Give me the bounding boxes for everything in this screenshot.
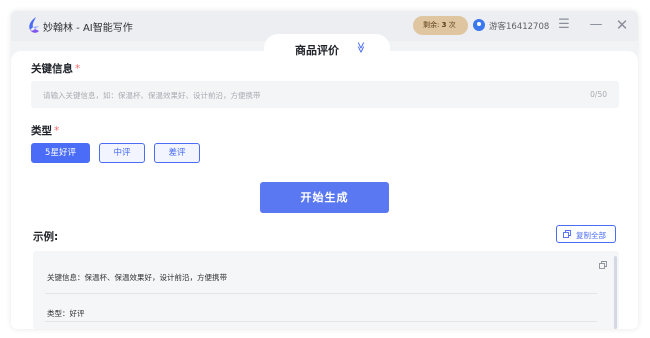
copy-all-button[interactable]: 复制全部 xyxy=(556,225,616,243)
divider xyxy=(45,293,597,294)
keywords-label-text: 关键信息 xyxy=(31,63,73,75)
type-option-negative[interactable]: 差评 xyxy=(154,143,200,163)
scrollbar[interactable] xyxy=(614,256,617,329)
keywords-placeholder: 请输入关键信息，如：保温杯、保温效果好、设计前沿，方便携带 xyxy=(43,91,261,100)
copy-icon[interactable] xyxy=(599,261,607,269)
example-row: 类型：好评 xyxy=(47,309,85,318)
generate-button[interactable]: 开始生成 xyxy=(260,182,389,213)
app-title: 妙翰林 - AI智能写作 xyxy=(43,23,133,34)
type-label: 类型 * xyxy=(31,123,59,138)
quota-badge: 剩余: 3 次 xyxy=(413,16,468,35)
app-window: 妙翰林 - AI智能写作 剩余: 3 次 游客16412708 ☰ — ✕ 关键… xyxy=(11,11,638,329)
main-panel: 关键信息 * 请输入关键信息，如：保温杯、保温效果好、设计前沿，方便携带 0/50… xyxy=(11,51,638,329)
example-box: 关键信息：保温杯、保温效果好，设计前沿，方便携带 类型：好评 xyxy=(33,251,619,329)
menu-icon[interactable]: ☰ xyxy=(555,16,573,34)
tab-product-review[interactable]: 商品评价 ≫ xyxy=(264,34,390,62)
example-label: 示例: xyxy=(33,231,59,243)
keywords-char-count: 0/50 xyxy=(590,90,607,99)
app-logo-icon xyxy=(29,17,39,33)
minimize-icon[interactable]: — xyxy=(587,16,605,34)
divider xyxy=(45,321,597,322)
type-option-5star[interactable]: 5星好评 xyxy=(31,143,90,163)
type-label-text: 类型 xyxy=(31,125,52,137)
quota-unit: 次 xyxy=(448,21,456,29)
user-name[interactable]: 游客16412708 xyxy=(489,20,549,32)
required-mark: * xyxy=(54,125,60,137)
keywords-input[interactable]: 请输入关键信息，如：保温杯、保温效果好、设计前沿，方便携带 0/50 xyxy=(31,81,619,108)
keywords-label: 关键信息 * xyxy=(31,61,80,76)
type-option-neutral[interactable]: 中评 xyxy=(99,143,145,163)
user-avatar-icon[interactable] xyxy=(473,19,485,31)
close-icon[interactable]: ✕ xyxy=(613,16,631,34)
required-mark: * xyxy=(75,63,81,75)
example-row: 关键信息：保温杯、保温效果好，设计前沿，方便携带 xyxy=(47,273,227,282)
quota-label: 剩余: xyxy=(423,21,440,29)
copy-all-label: 复制全部 xyxy=(576,231,606,240)
copy-icon xyxy=(563,230,571,238)
chevron-down-double-icon[interactable]: ≫ xyxy=(354,42,367,54)
quota-count: 3 xyxy=(441,21,447,29)
